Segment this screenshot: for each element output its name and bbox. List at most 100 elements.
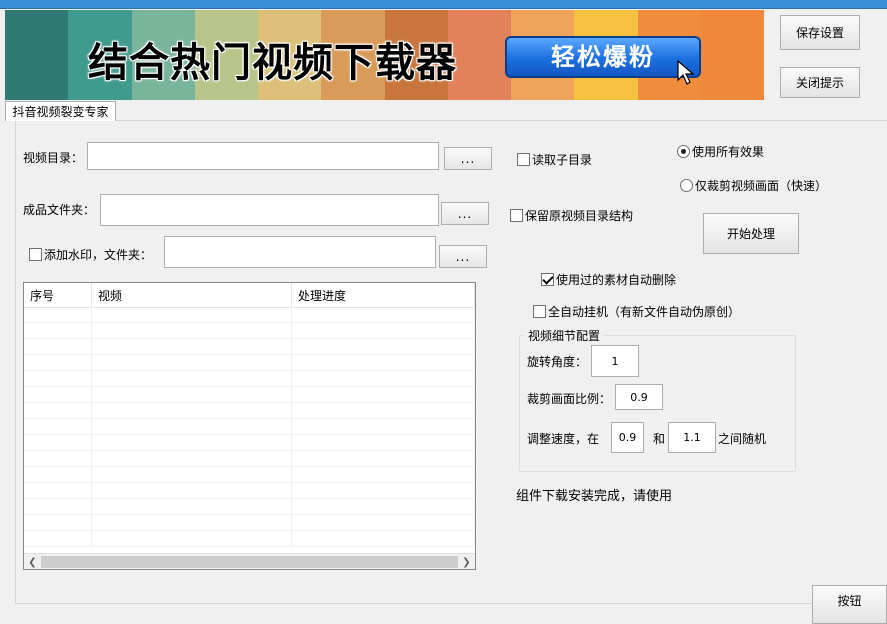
start-processing-button[interactable]: 开始处理 bbox=[703, 213, 799, 254]
table-row[interactable] bbox=[24, 451, 475, 467]
table-cell bbox=[92, 355, 292, 370]
table-body bbox=[24, 307, 475, 553]
table-cell bbox=[292, 355, 475, 370]
random-label: 之间随机 bbox=[718, 432, 767, 446]
crop-ratio-label: 裁剪画面比例： bbox=[527, 392, 612, 406]
table-row[interactable] bbox=[24, 483, 475, 499]
scroll-left-icon[interactable]: ❮ bbox=[24, 554, 41, 569]
tab-douyin-expert[interactable]: 抖音视频裂变专家 bbox=[5, 101, 116, 121]
table-row[interactable] bbox=[24, 467, 475, 483]
rotate-label: 旋转角度： bbox=[527, 355, 588, 369]
read-subdir-option[interactable]: 读取子目录 bbox=[517, 151, 592, 168]
video-list-table[interactable]: 序号 视频 处理进度 ❮ ❯ bbox=[23, 282, 476, 570]
banner-stripe bbox=[700, 10, 764, 100]
table-cell bbox=[24, 307, 92, 322]
use-all-effects-option[interactable]: 使用所有效果 bbox=[677, 143, 764, 160]
bottom-button[interactable]: 按钮 bbox=[812, 585, 887, 624]
table-cell bbox=[292, 435, 475, 450]
horizontal-scrollbar[interactable]: ❮ ❯ bbox=[24, 553, 475, 569]
video-dir-input[interactable] bbox=[87, 142, 439, 170]
banner-title: 结合热门视频下载器 bbox=[88, 40, 457, 86]
keep-structure-label: 保留原视频目录结构 bbox=[525, 209, 634, 223]
table-cell bbox=[92, 323, 292, 338]
crop-only-label: 仅裁剪视频画面（快速） bbox=[695, 179, 828, 193]
arrow-cursor-icon bbox=[677, 60, 695, 85]
table-row[interactable] bbox=[24, 387, 475, 403]
and-label: 和 bbox=[653, 432, 666, 446]
auto-delete-option[interactable]: 使用过的素材自动删除 bbox=[541, 271, 676, 288]
speed-label: 调整速度，在 bbox=[527, 432, 600, 446]
table-cell bbox=[92, 467, 292, 482]
table-cell bbox=[292, 531, 475, 546]
table-row[interactable] bbox=[24, 419, 475, 435]
scroll-right-icon[interactable]: ❯ bbox=[458, 554, 475, 569]
ad-banner[interactable]: 结合热门视频下载器 轻松爆粉 bbox=[5, 10, 764, 100]
use-all-effects-radio[interactable] bbox=[677, 145, 690, 158]
table-cell bbox=[292, 515, 475, 530]
table-row[interactable] bbox=[24, 339, 475, 355]
table-row[interactable] bbox=[24, 531, 475, 547]
table-cell bbox=[92, 387, 292, 402]
window-title-bar bbox=[0, 0, 887, 9]
table-row[interactable] bbox=[24, 355, 475, 371]
table-row[interactable] bbox=[24, 435, 475, 451]
table-cell bbox=[92, 371, 292, 386]
watermark-dir-input[interactable] bbox=[164, 236, 436, 268]
status-text: 组件下载安装完成，请使用 bbox=[516, 489, 673, 504]
table-cell bbox=[92, 531, 292, 546]
table-cell bbox=[92, 515, 292, 530]
table-row[interactable] bbox=[24, 403, 475, 419]
auto-delete-checkbox[interactable] bbox=[541, 273, 554, 286]
crop-ratio-input[interactable]: 0.9 bbox=[615, 384, 663, 410]
table-cell bbox=[24, 435, 92, 450]
table-cell bbox=[24, 387, 92, 402]
table-cell bbox=[92, 499, 292, 514]
table-cell bbox=[292, 499, 475, 514]
table-row[interactable] bbox=[24, 371, 475, 387]
table-row[interactable] bbox=[24, 515, 475, 531]
column-header-progress[interactable]: 处理进度 bbox=[292, 283, 475, 307]
read-subdir-label: 读取子目录 bbox=[532, 153, 593, 167]
watermark-browse-button[interactable]: ... bbox=[439, 245, 487, 268]
output-dir-browse-button[interactable]: ... bbox=[441, 202, 489, 225]
table-cell bbox=[292, 323, 475, 338]
auto-hangup-option[interactable]: 全自动挂机（有新文件自动伪原创） bbox=[533, 303, 740, 320]
banner-cta-button[interactable]: 轻松爆粉 bbox=[505, 36, 701, 78]
table-cell bbox=[292, 387, 475, 402]
watermark-option[interactable]: 添加水印，文件夹： bbox=[29, 246, 152, 263]
watermark-label: 添加水印，文件夹： bbox=[44, 248, 153, 262]
rotate-input[interactable]: 1 bbox=[591, 345, 639, 377]
table-cell bbox=[24, 419, 92, 434]
speed-min-input[interactable]: 0.9 bbox=[611, 422, 644, 453]
table-cell bbox=[292, 403, 475, 418]
table-cell bbox=[24, 403, 92, 418]
auto-hangup-checkbox[interactable] bbox=[533, 305, 546, 318]
table-cell bbox=[24, 499, 92, 514]
group-title: 视频细节配置 bbox=[525, 327, 604, 344]
table-cell bbox=[292, 339, 475, 354]
column-header-index[interactable]: 序号 bbox=[24, 283, 92, 307]
save-settings-button[interactable]: 保存设置 bbox=[780, 15, 860, 50]
scrollbar-thumb[interactable] bbox=[41, 556, 458, 568]
read-subdir-checkbox[interactable] bbox=[517, 153, 530, 166]
table-cell bbox=[92, 483, 292, 498]
table-cell bbox=[292, 467, 475, 482]
banner-stripe bbox=[5, 10, 69, 100]
table-cell bbox=[92, 307, 292, 322]
table-cell bbox=[24, 467, 92, 482]
table-cell bbox=[24, 371, 92, 386]
output-dir-input[interactable] bbox=[100, 194, 439, 226]
keep-structure-checkbox[interactable] bbox=[510, 209, 523, 222]
column-header-video[interactable]: 视频 bbox=[92, 283, 292, 307]
keep-structure-option[interactable]: 保留原视频目录结构 bbox=[510, 207, 633, 224]
speed-max-input[interactable]: 1.1 bbox=[668, 422, 716, 453]
table-cell bbox=[92, 339, 292, 354]
video-dir-browse-button[interactable]: ... bbox=[444, 147, 492, 170]
table-row[interactable] bbox=[24, 323, 475, 339]
table-row[interactable] bbox=[24, 499, 475, 515]
close-tips-button[interactable]: 关闭提示 bbox=[780, 67, 860, 98]
crop-only-option[interactable]: 仅裁剪视频画面（快速） bbox=[680, 177, 827, 194]
table-row[interactable] bbox=[24, 307, 475, 323]
watermark-checkbox[interactable] bbox=[29, 248, 42, 261]
crop-only-radio[interactable] bbox=[680, 179, 693, 192]
